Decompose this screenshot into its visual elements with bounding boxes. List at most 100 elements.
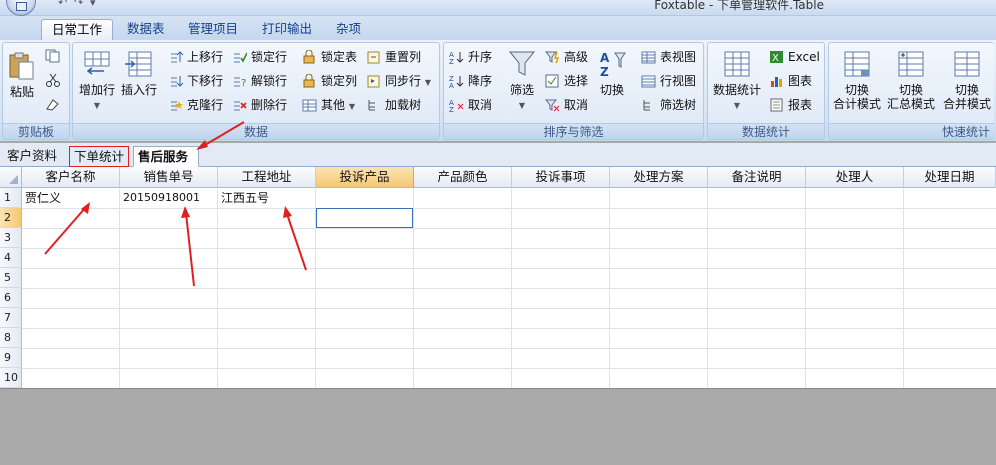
clone-row-label: 克隆行 [187, 98, 224, 112]
sort-ascending-button[interactable]: A Z 升序 [448, 47, 492, 67]
filter-tree-button[interactable]: 筛选树 [640, 95, 696, 115]
reset-column-button[interactable]: 重置列 [365, 47, 421, 67]
sheet-tab-customer-info[interactable]: 客户资料 [3, 146, 61, 167]
active-cell[interactable] [316, 208, 413, 228]
row-number-4[interactable]: 4 [0, 248, 22, 268]
move-down-icon [171, 76, 183, 87]
filter-tree-label: 筛选树 [660, 98, 697, 112]
filter-dropdown-icon[interactable]: ▼ [519, 101, 525, 110]
clone-row-icon [171, 101, 183, 111]
sheet-tab-order-stats[interactable]: 下单统计 [69, 146, 130, 167]
format-painter-icon[interactable] [45, 97, 61, 111]
toggle-az-icon: AZ [600, 51, 626, 79]
load-tree-label: 加载树 [385, 98, 422, 112]
quick-access-undo-icon[interactable]: ↶ [58, 0, 67, 9]
move-up-row-button[interactable]: 上移行 [167, 47, 223, 67]
add-row-button[interactable]: 增加行 ▼ [77, 49, 117, 113]
sort-descending-label: 降序 [468, 74, 493, 88]
row-number-8[interactable]: 8 [0, 328, 22, 348]
delete-row-button[interactable]: 删除行 [231, 95, 287, 115]
report-icon [770, 98, 783, 112]
row-number-2[interactable]: 2 [0, 208, 22, 228]
filter-button[interactable]: 筛选 ▼ [506, 49, 538, 113]
title-bar: ↶ ↷ ▾ Foxtable - 下单管理软件.Table [0, 0, 996, 16]
row-number-7[interactable]: 7 [0, 308, 22, 328]
sum-mode-icon [844, 51, 870, 77]
toggle-summary-mode-button[interactable]: 切换 汇总模式 [885, 49, 937, 111]
chart-icon [771, 77, 782, 87]
column-header-customer-name[interactable]: 客户名称 [22, 167, 120, 188]
data-stats-dropdown-icon[interactable]: ▼ [734, 101, 740, 110]
row-number-1[interactable]: 1 [0, 188, 22, 208]
column-header-handler[interactable]: 处理人 [806, 167, 904, 188]
column-header-complaint-item[interactable]: 投诉事项 [512, 167, 610, 188]
row-number-5[interactable]: 5 [0, 268, 22, 288]
excel-button[interactable]: X Excel [768, 47, 820, 67]
row-number-6[interactable]: 6 [0, 288, 22, 308]
application-menu-button[interactable] [6, 0, 36, 16]
column-header-remarks[interactable]: 备注说明 [708, 167, 806, 188]
column-header-product-color[interactable]: 产品颜色 [414, 167, 512, 188]
tab-datatable[interactable]: 数据表 [117, 19, 175, 40]
column-header-complaint-product[interactable]: 投诉产品 [316, 167, 414, 188]
tab-manage-project[interactable]: 管理项目 [178, 19, 248, 40]
sheet-tab-after-sales[interactable]: 售后服务 [133, 146, 199, 167]
load-tree-button[interactable]: 加载树 [365, 95, 421, 115]
other-table-icon [302, 99, 317, 112]
data-group-label: 数据 [73, 123, 439, 139]
data-stats-button[interactable]: 数据统计 ▼ [712, 49, 762, 113]
sync-row-button[interactable]: 同步行 ▼ [365, 71, 431, 91]
sort-ascending-icon: AZ [449, 51, 464, 64]
add-row-icon [84, 51, 110, 75]
toggle-sort-button[interactable]: AZ 切换 [596, 49, 628, 97]
lock-table-button[interactable]: 锁定表 [301, 47, 357, 67]
move-down-row-button[interactable]: 下移行 [167, 71, 223, 91]
select-filter-button[interactable]: 选择 [544, 71, 588, 91]
clone-row-button[interactable]: 克隆行 [167, 95, 223, 115]
column-header-project-address[interactable]: 工程地址 [218, 167, 316, 188]
lock-row-button[interactable]: 锁定行 [231, 47, 287, 67]
row-number-3[interactable]: 3 [0, 228, 22, 248]
report-button[interactable]: 报表 [768, 95, 812, 115]
lock-row-label: 锁定行 [251, 50, 288, 64]
other-dropdown-button[interactable]: 其他 ▼ [301, 95, 355, 115]
cell-project-address[interactable]: 江西五号 [219, 188, 269, 208]
lock-table-label: 锁定表 [321, 50, 358, 64]
cell-sales-order[interactable]: 20150918001 [121, 188, 200, 208]
row-number-10[interactable]: 10 [0, 368, 22, 388]
quick-access-redo-icon[interactable]: ↷ [74, 0, 83, 9]
move-up-icon [171, 51, 183, 63]
toggle-summary-label-2: 汇总模式 [886, 97, 935, 111]
data-grid[interactable]: 客户名称 销售单号 工程地址 投诉产品 产品颜色 投诉事项 处理方案 备注说明 … [0, 167, 996, 389]
select-all-corner[interactable] [0, 167, 22, 188]
filter-label: 筛选 [509, 83, 534, 97]
advanced-filter-button[interactable]: 高级 [544, 47, 588, 67]
tab-daily-work[interactable]: 日常工作 [41, 19, 114, 40]
cancel-filter-button[interactable]: 取消 [544, 95, 588, 115]
sort-descending-button[interactable]: Z A 降序 [448, 71, 492, 91]
quick-access-dropdown-icon[interactable]: ▾ [90, 0, 96, 9]
column-header-handle-date[interactable]: 处理日期 [904, 167, 996, 188]
lock-column-button[interactable]: 锁定列 [301, 71, 357, 91]
tab-misc[interactable]: 杂项 [326, 19, 371, 40]
cancel-sort-button[interactable]: A Z 取消 [448, 95, 492, 115]
row-number-9[interactable]: 9 [0, 348, 22, 368]
cut-icon[interactable] [45, 73, 61, 87]
unlock-row-button[interactable]: ? 解锁行 [231, 71, 287, 91]
add-row-dropdown-icon[interactable]: ▼ [94, 101, 100, 110]
row-view-button[interactable]: 行视图 [640, 71, 696, 91]
paste-button[interactable]: 粘贴 [7, 51, 37, 99]
toggle-merge-mode-button[interactable]: 切换 合并模式 [941, 49, 993, 111]
ribbon: 粘贴 剪贴板 增加行 ▼ 插入行 上移行 下移行 克隆行 锁定行 ? 解锁行 删除行… [0, 40, 996, 142]
toggle-sort-label: 切换 [599, 83, 624, 97]
tab-print-output[interactable]: 打印输出 [252, 19, 322, 40]
cell-customer-name[interactable]: 贾仁义 [23, 188, 61, 208]
chart-button[interactable]: 图表 [768, 71, 812, 91]
copy-icon[interactable] [45, 49, 61, 63]
column-header-solution[interactable]: 处理方案 [610, 167, 708, 188]
table-view-button[interactable]: 表视图 [640, 47, 696, 67]
insert-row-button[interactable]: 插入行 [119, 49, 159, 97]
reset-column-label: 重置列 [385, 50, 422, 64]
toggle-sum-mode-button[interactable]: 切换 合计模式 [831, 49, 883, 111]
column-header-sales-order[interactable]: 销售单号 [120, 167, 218, 188]
